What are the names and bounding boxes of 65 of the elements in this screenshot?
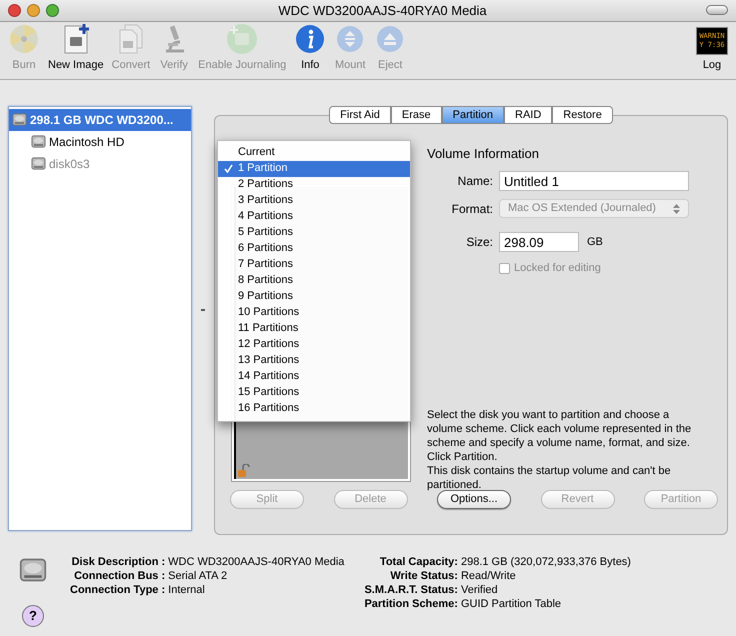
instructions-text: Select the disk you want to partition and choose a volume scheme. Click each volume represented in the scheme and specify a volume name, format, and size. Click Partition. (427, 408, 692, 464)
menu-item[interactable]: 3 Partitions (218, 192, 410, 209)
menu-item[interactable]: 14 Partitions (218, 368, 410, 385)
info-label: Connection Bus : (73, 568, 166, 583)
info-value: Verified (460, 582, 499, 597)
check-icon (224, 164, 232, 174)
disk-list-item[interactable]: Macintosh HD (9, 130, 191, 153)
radiation-icon (8, 23, 40, 56)
info-value: Read/Write (460, 568, 517, 583)
tab[interactable]: Partition (442, 106, 504, 124)
hard-drive-icon (31, 156, 46, 172)
field-label: Name: (456, 173, 493, 190)
tab[interactable]: RAID (504, 106, 552, 124)
menu-item[interactable]: 8 Partitions (218, 272, 410, 289)
zoom-icon[interactable] (46, 4, 59, 17)
info-label: Write Status: (389, 568, 458, 583)
size-field[interactable]: 298.09 (499, 232, 579, 252)
minimize-icon[interactable] (27, 4, 40, 17)
tab[interactable]: First Aid (329, 106, 391, 124)
info-value: 298.1 GB (320,072,933,376 Bytes) (460, 554, 631, 569)
close-icon[interactable] (8, 4, 21, 17)
info-label: S.M.A.R.T. Status: (364, 582, 458, 597)
unit-label: GB (587, 234, 603, 250)
menu-item[interactable]: 9 Partitions (218, 288, 410, 305)
menu-item[interactable]: 7 Partitions (218, 256, 410, 273)
push-button[interactable]: Options... (437, 490, 511, 509)
info-icon (294, 23, 326, 56)
info-label: Connection Type : (70, 582, 166, 597)
menu-item[interactable]: 15 Partitions (218, 384, 410, 401)
menu-item[interactable]: 11 Partitions (218, 320, 410, 337)
info-value: Internal (168, 582, 206, 597)
menu-item[interactable]: 5 Partitions (218, 224, 410, 241)
menu-item[interactable]: 2 Partitions (218, 176, 410, 193)
info-label: Partition Scheme: (364, 596, 458, 611)
menu-item[interactable]: 6 Partitions (218, 240, 410, 257)
disk-sparkle-icon (226, 23, 258, 56)
hard-drive-icon (31, 134, 46, 150)
field-label: Format: (450, 200, 493, 218)
menu-item[interactable]: 12 Partitions (218, 336, 410, 353)
menu-item[interactable]: 4 Partitions (218, 208, 410, 225)
section-title: Volume Information (427, 144, 540, 163)
menu-item[interactable]: Current (218, 144, 410, 161)
name-field[interactable]: Untitled 1 (499, 171, 689, 192)
menu-item[interactable]: 10 Partitions (218, 304, 410, 321)
warning-text: This disk contains the startup volume and can't be partitioned. (427, 464, 672, 492)
info-value: Serial ATA 2 (168, 568, 228, 583)
field-label: Size: (465, 234, 493, 252)
info-label: Total Capacity: (378, 554, 458, 569)
toolbar-toggle-icon[interactable] (706, 5, 728, 16)
tab[interactable]: Restore (552, 106, 613, 124)
info-value: GUID Partition Table (460, 596, 562, 611)
info-value: WDC WD3200AAJS-40RYA0 Media (168, 554, 344, 569)
hard-drive-icon (12, 112, 27, 128)
up-down-arrows-icon (673, 204, 680, 214)
padlock-icon (238, 464, 250, 477)
menu-item[interactable]: 1 Partition (218, 160, 410, 177)
menu-item[interactable]: 13 Partitions (218, 352, 410, 369)
menu-item[interactable]: 16 Partitions (218, 400, 410, 417)
info-label: Disk Description : (70, 554, 166, 569)
tab[interactable]: Erase (390, 106, 442, 124)
help-button[interactable]: ? (22, 604, 44, 627)
disk-list-item[interactable]: 298.1 GB WDC WD3200... (9, 108, 191, 131)
window-title: WDC WD3200AAJS-40RYA0 Media (277, 2, 488, 20)
toolbar-button[interactable]: New Image (44, 23, 108, 74)
toolbar-button[interactable]: Info (290, 23, 330, 74)
